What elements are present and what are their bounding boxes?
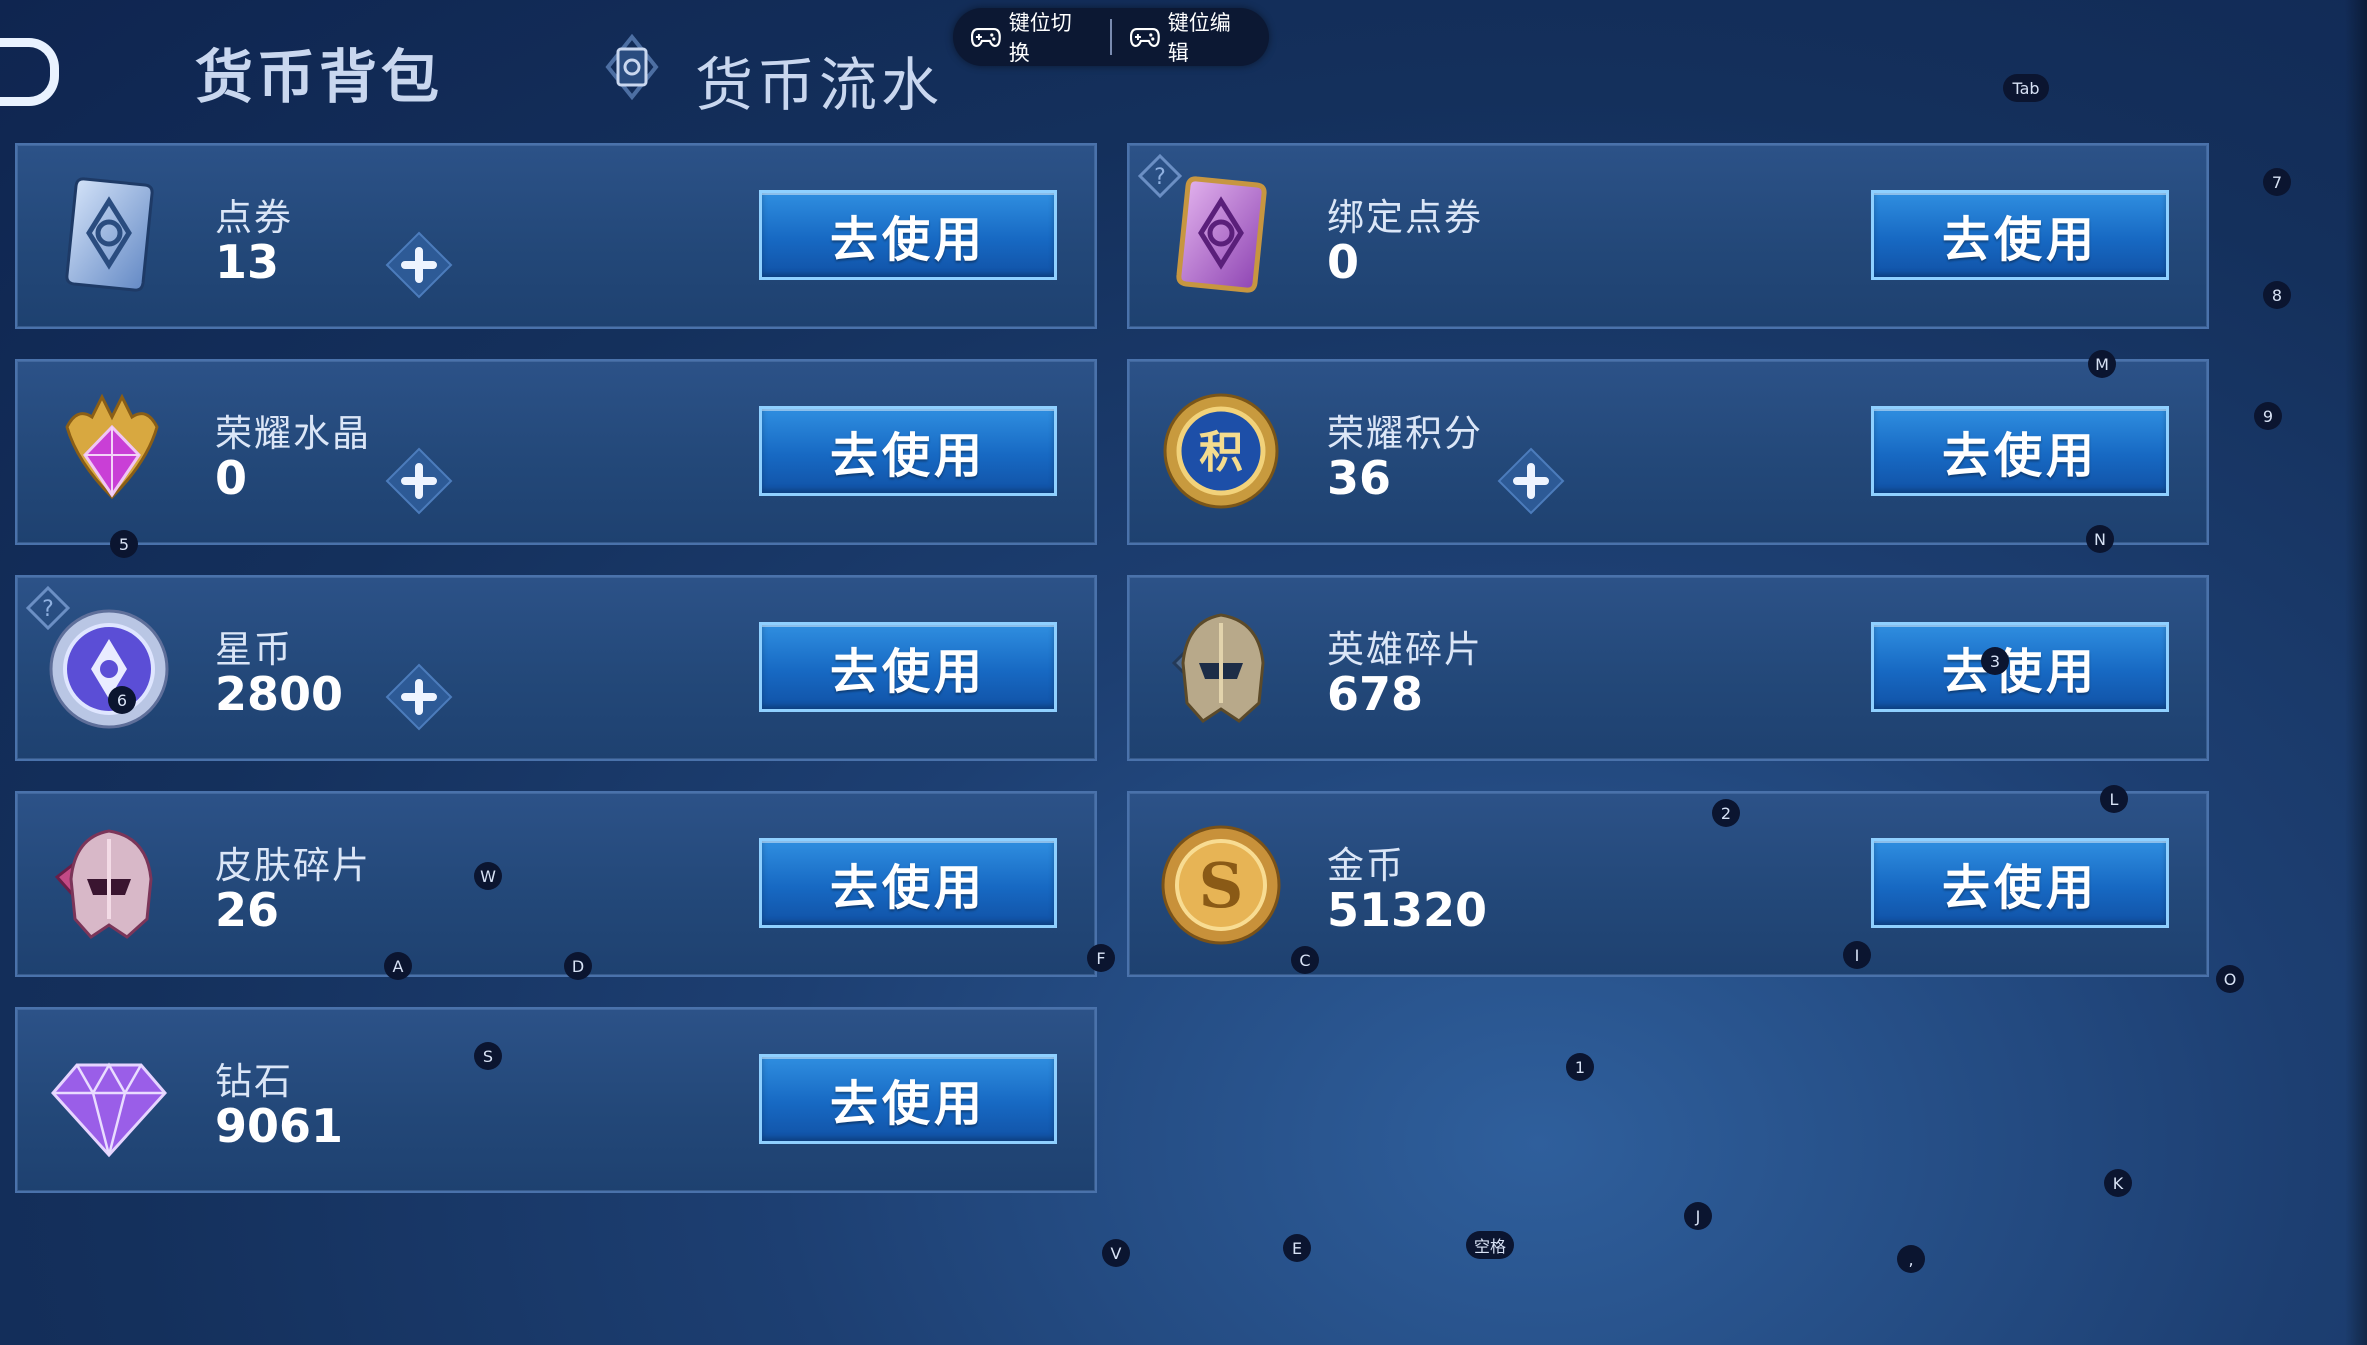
key-hint-w[interactable]: W xyxy=(474,862,502,890)
key-switch-label: 键位切换 xyxy=(1008,11,1072,65)
bound-coupon-card-icon xyxy=(1176,176,1267,293)
currency-value: 51320 xyxy=(1327,883,1488,937)
key-hint-a[interactable]: A xyxy=(384,952,412,980)
currency-card-gold-coin: S 金币 51320 去使用 xyxy=(1127,791,2209,977)
use-button[interactable]: 去使用 xyxy=(759,622,1057,712)
currency-name: 英雄碎片 xyxy=(1327,628,1483,671)
key-hint-e[interactable]: E xyxy=(1283,1234,1311,1262)
currency-name: 皮肤碎片 xyxy=(215,844,371,887)
key-hint-3[interactable]: 3 xyxy=(1981,647,2009,675)
key-hint-c[interactable]: C xyxy=(1291,946,1319,974)
currency-card-glory-points: 积 荣耀积分 36 去使用 xyxy=(1127,359,2209,545)
gamepad-icon xyxy=(1130,27,1160,48)
currency-name: 星币 xyxy=(215,628,293,671)
key-hint-6[interactable]: 6 xyxy=(108,686,136,714)
key-edit-label: 键位编辑 xyxy=(1167,11,1231,65)
key-hint-f[interactable]: F xyxy=(1087,944,1115,972)
currency-value: 0 xyxy=(215,451,248,505)
key-switch-button[interactable]: 键位切换 xyxy=(953,8,1110,66)
use-button[interactable]: 去使用 xyxy=(1871,838,2169,928)
key-hint-o[interactable]: O xyxy=(2216,965,2244,993)
currency-card-coupon: 点券 13 去使用 xyxy=(15,143,1097,329)
currency-value: 36 xyxy=(1327,451,1392,505)
currency-card-skin-shard: 皮肤碎片 26 去使用 xyxy=(15,791,1097,977)
currency-value: 26 xyxy=(215,883,280,937)
key-hint-v[interactable]: V xyxy=(1102,1239,1130,1267)
currency-value: 0 xyxy=(1327,235,1360,289)
currency-card-hero-shard: 英雄碎片 678 去使用 xyxy=(1127,575,2209,761)
currency-name: 点券 xyxy=(215,196,293,239)
currency-value: 2800 xyxy=(215,667,344,721)
key-hint-l[interactable]: L xyxy=(2100,785,2128,813)
currency-name: 金币 xyxy=(1327,844,1405,887)
hero-shard-helmet-icon xyxy=(1171,613,1265,723)
add-icon[interactable] xyxy=(385,663,453,731)
key-hint-9[interactable]: 9 xyxy=(2254,402,2282,430)
key-hint-1[interactable]: 1 xyxy=(1566,1053,1594,1081)
currency-name: 荣耀积分 xyxy=(1327,412,1483,455)
currency-card-diamond: 钻石 9061 去使用 xyxy=(15,1007,1097,1193)
back-button[interactable] xyxy=(0,38,59,106)
glory-points-coin-icon: 积 xyxy=(1163,393,1279,509)
use-button[interactable]: 去使用 xyxy=(1871,190,2169,280)
use-button[interactable]: 去使用 xyxy=(759,838,1057,928)
currency-value: 13 xyxy=(215,235,280,289)
key-hint-comma[interactable]: , xyxy=(1897,1245,1925,1273)
add-icon[interactable] xyxy=(1497,447,1565,515)
key-hint-n[interactable]: N xyxy=(2086,525,2114,553)
key-hint-space[interactable]: 空格 xyxy=(1466,1231,1514,1259)
currency-name: 钻石 xyxy=(215,1060,293,1103)
tab-currency-flow[interactable]: 货币流水 xyxy=(695,38,943,122)
edge-shadow xyxy=(2345,0,2367,1345)
key-hint-7[interactable]: 7 xyxy=(2263,168,2291,196)
currency-value: 9061 xyxy=(215,1099,344,1153)
svg-text:S: S xyxy=(1199,849,1244,922)
skin-shard-helmet-icon xyxy=(54,829,153,939)
currency-name: 绑定点券 xyxy=(1327,196,1483,239)
currency-value: 678 xyxy=(1327,667,1424,721)
key-hint-8[interactable]: 8 xyxy=(2263,281,2291,309)
use-button[interactable]: 去使用 xyxy=(1871,406,2169,496)
tab-currency-wallet[interactable]: 货币背包 xyxy=(195,30,443,114)
key-edit-button[interactable]: 键位编辑 xyxy=(1112,8,1269,66)
add-icon[interactable] xyxy=(385,231,453,299)
use-button[interactable]: 去使用 xyxy=(759,190,1057,280)
currency-card-bound-coupon: ? 绑定点券 0 去使用 xyxy=(1127,143,2209,329)
key-hint-tab[interactable]: Tab xyxy=(2003,74,2049,102)
key-hint-2[interactable]: 2 xyxy=(1712,799,1740,827)
glory-crystal-icon xyxy=(65,393,159,500)
add-icon[interactable] xyxy=(385,447,453,515)
use-button[interactable]: 去使用 xyxy=(759,406,1057,496)
svg-text:积: 积 xyxy=(1199,427,1243,478)
currency-card-star-coin: ? 星币 2800 去使用 xyxy=(15,575,1097,761)
use-button[interactable]: 去使用 xyxy=(1871,622,2169,712)
use-button[interactable]: 去使用 xyxy=(759,1054,1057,1144)
diamond-icon xyxy=(51,1062,167,1158)
key-mapping-bar: 键位切换 键位编辑 xyxy=(953,8,1269,66)
currency-name: 荣耀水晶 xyxy=(215,412,371,455)
star-coin-icon xyxy=(49,609,169,729)
key-hint-k[interactable]: K xyxy=(2104,1169,2132,1197)
key-hint-i[interactable]: I xyxy=(1843,941,1871,969)
key-hint-5[interactable]: 5 xyxy=(110,530,138,558)
key-hint-m[interactable]: M xyxy=(2088,350,2116,378)
key-hint-s[interactable]: S xyxy=(474,1042,502,1070)
currency-card-glory-crystal: 荣耀水晶 0 去使用 xyxy=(15,359,1097,545)
gamepad-icon xyxy=(971,27,1001,48)
flow-card-icon xyxy=(605,34,659,100)
key-hint-d[interactable]: D xyxy=(564,952,592,980)
gold-coin-icon: S xyxy=(1161,825,1281,945)
key-hint-j[interactable]: J xyxy=(1684,1202,1712,1230)
coupon-card-icon xyxy=(65,177,154,292)
top-bar: 货币背包 货币流水 键位切换 键位编辑 xyxy=(0,0,2367,130)
